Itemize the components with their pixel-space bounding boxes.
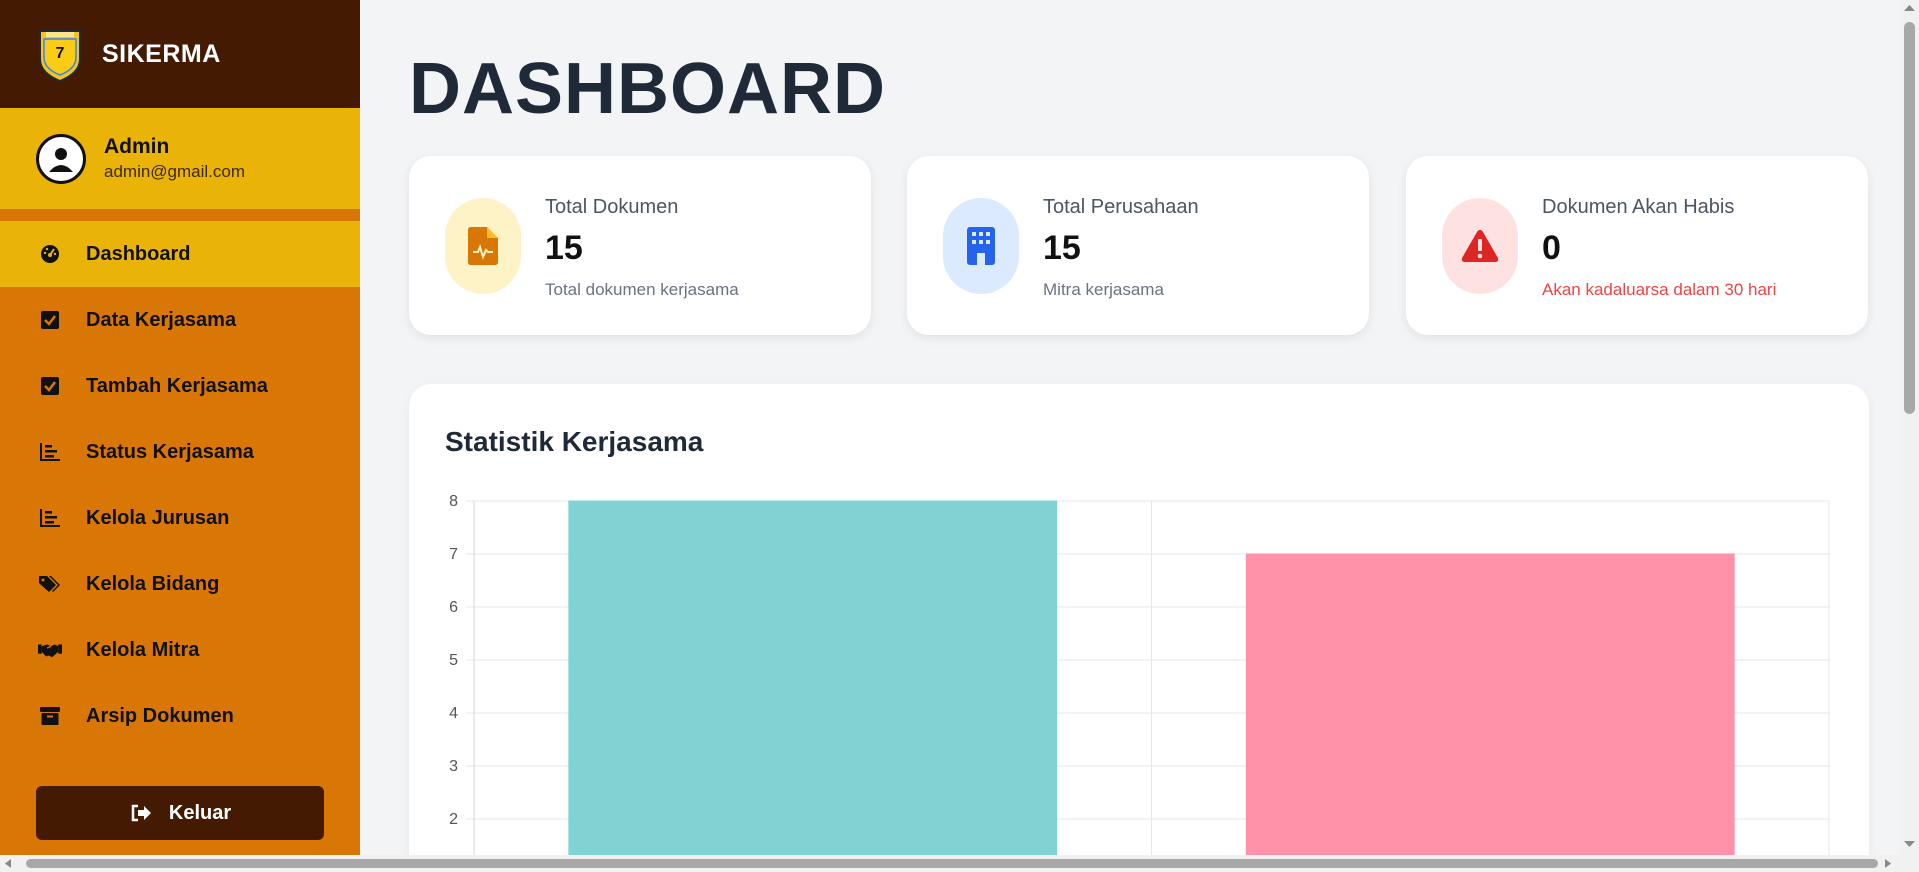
scroll-down-arrow-icon[interactable]: [1904, 840, 1915, 848]
card-value: 15: [1043, 229, 1081, 267]
sidebar: 7 SIKERMA Admin admin@gmail.com Dashboar…: [0, 0, 360, 855]
stat-card-total-dokumen: Total Dokumen 15 Total dokumen kerjasama: [409, 156, 871, 335]
sidebar-item-dashboard[interactable]: Dashboard: [0, 221, 360, 287]
svg-text:7: 7: [56, 45, 65, 62]
card-label: Dokumen Akan Habis: [1542, 196, 1735, 218]
card-icon-wrapper: [445, 198, 521, 294]
bar-chart: 2 3 4 5 6 7 8: [449, 493, 1830, 872]
sidebar-item-label: Kelola Bidang: [86, 572, 220, 595]
sidebar-item-status-kerjasama[interactable]: Status Kerjasama: [0, 419, 360, 485]
checkbox-icon: [38, 374, 62, 398]
card-subtext: Total dokumen kerjasama: [545, 280, 739, 299]
sidebar-item-label: Kelola Mitra: [86, 638, 200, 661]
document-icon: [468, 227, 498, 265]
user-icon: [49, 147, 73, 172]
card-icon-wrapper: [1442, 198, 1518, 294]
gauge-icon: [38, 242, 62, 266]
y-tick-label: 8: [449, 493, 458, 510]
main-content: DASHBOARD Total Dokumen 15 Total dokumen…: [360, 0, 1900, 872]
chart-card: Statistik Kerjasama 2345678: [409, 384, 1869, 872]
scroll-right-arrow-icon[interactable]: [1884, 859, 1892, 868]
bar-list-icon: [38, 440, 62, 464]
school-logo: 7: [39, 30, 81, 83]
y-tick-label: 6: [449, 599, 458, 616]
logout-button[interactable]: Keluar: [36, 786, 324, 840]
vertical-scroll-thumb[interactable]: [1904, 22, 1915, 414]
sidebar-nav: Dashboard Data Kerjasama Tambah Kerjasam…: [0, 221, 360, 749]
avatar: [36, 133, 86, 184]
scroll-up-arrow-icon[interactable]: [1904, 4, 1915, 12]
brand-header: 7 SIKERMA: [0, 0, 360, 108]
bar: [568, 500, 1058, 872]
bar: [1245, 553, 1735, 872]
profile-divider: [0, 209, 360, 221]
user-name: Admin: [104, 135, 170, 158]
user-profile: Admin admin@gmail.com: [0, 108, 360, 209]
y-tick-label: 5: [449, 652, 458, 669]
sidebar-item-arsip-dokumen[interactable]: Arsip Dokumen: [0, 683, 360, 749]
y-tick-label: 3: [449, 758, 458, 775]
sidebar-item-tambah-kerjasama[interactable]: Tambah Kerjasama: [0, 353, 360, 419]
checkbox-icon: [38, 308, 62, 332]
user-email: admin@gmail.com: [104, 162, 246, 181]
card-subtext: Mitra kerjasama: [1043, 280, 1164, 299]
stat-card-total-perusahaan: Total Perusahaan 15 Mitra kerjasama: [907, 156, 1369, 335]
sidebar-item-kelola-bidang[interactable]: Kelola Bidang: [0, 551, 360, 617]
horizontal-scrollbar[interactable]: [0, 855, 1900, 872]
card-label: Total Perusahaan: [1043, 196, 1199, 218]
card-icon-wrapper: [943, 198, 1019, 294]
y-tick-label: 2: [449, 811, 458, 828]
y-tick-label: 4: [449, 705, 458, 722]
horizontal-scroll-thumb[interactable]: [26, 859, 1878, 868]
stat-card-dokumen-akan-habis: Dokumen Akan Habis 0 Akan kadaluarsa dal…: [1406, 156, 1868, 335]
scroll-left-arrow-icon[interactable]: [4, 859, 12, 868]
card-value: 15: [545, 229, 583, 267]
card-value: 0: [1542, 229, 1561, 267]
sidebar-item-data-kerjasama[interactable]: Data Kerjasama: [0, 287, 360, 353]
sidebar-item-label: Kelola Jurusan: [86, 506, 230, 529]
bar-list-icon: [38, 506, 62, 530]
handshake-icon: [38, 638, 62, 662]
app-name: SIKERMA: [102, 39, 221, 68]
archive-icon: [38, 704, 62, 728]
sidebar-item-kelola-mitra[interactable]: Kelola Mitra: [0, 617, 360, 683]
card-label: Total Dokumen: [545, 196, 679, 218]
sidebar-item-label: Dashboard: [86, 242, 191, 265]
sidebar-item-kelola-jurusan[interactable]: Kelola Jurusan: [0, 485, 360, 551]
logout-label: Keluar: [168, 801, 232, 824]
building-icon: [967, 227, 995, 265]
card-subtext: Akan kadaluarsa dalam 30 hari: [1542, 280, 1777, 299]
logout-icon: [129, 801, 153, 825]
sidebar-item-label: Arsip Dokumen: [86, 704, 234, 727]
warning-icon: [1461, 230, 1499, 262]
sidebar-item-label: Data Kerjasama: [86, 308, 237, 331]
page-title: DASHBOARD: [409, 49, 886, 129]
sidebar-item-label: Tambah Kerjasama: [86, 374, 268, 397]
tags-icon: [38, 572, 62, 596]
y-tick-label: 7: [449, 546, 458, 563]
sidebar-item-label: Status Kerjasama: [86, 440, 254, 463]
vertical-scrollbar[interactable]: [1900, 0, 1919, 872]
